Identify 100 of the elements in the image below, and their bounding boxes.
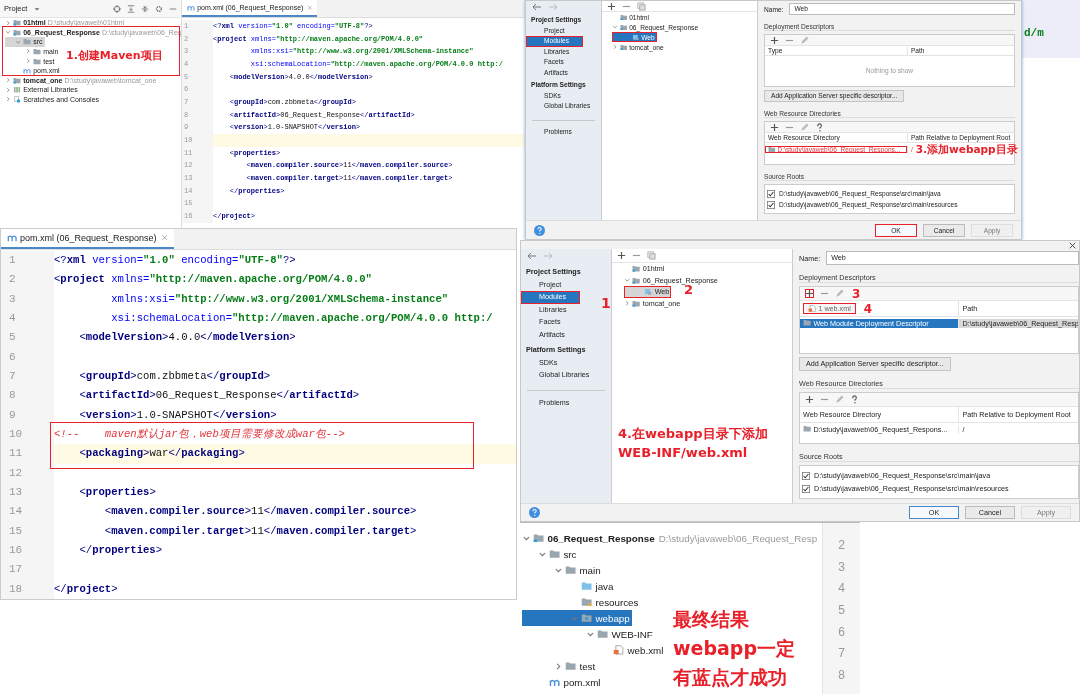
settings-icon[interactable]	[155, 4, 163, 13]
tree-row[interactable]: test	[522, 658, 598, 674]
library-icon	[13, 86, 22, 94]
module-folder-icon	[13, 76, 22, 84]
pencil-icon[interactable]	[835, 289, 844, 298]
xml-file-icon	[808, 304, 817, 313]
code-line: <modelVersion>4.0.0</modelVersion>	[78, 330, 297, 346]
plus-icon[interactable]	[805, 289, 814, 298]
chevron-down-icon[interactable]	[624, 277, 631, 284]
web-facet-icon	[631, 33, 640, 41]
code-line: <!-- maven默认jar包，web项目需要修改成war包-->	[54, 426, 346, 442]
chevron-down-icon[interactable]	[15, 38, 22, 46]
code-line: <maven.compiler.source>11</maven.compiler.source>	[103, 504, 418, 520]
code-line: <?xml version="1.0" encoding="UTF-8"?>	[54, 252, 297, 268]
module-folder-icon	[619, 43, 628, 51]
folder-icon	[549, 549, 561, 559]
help-icon[interactable]	[850, 395, 859, 404]
copy-icon[interactable]	[647, 251, 656, 260]
plus-icon[interactable]	[607, 1, 616, 11]
chevron-right-icon[interactable]	[5, 77, 12, 84]
chevron-right-icon[interactable]	[5, 86, 12, 94]
chevron-right-icon[interactable]	[25, 58, 32, 65]
line-number: 3	[838, 558, 845, 576]
folder-icon	[565, 661, 577, 671]
code-fragment: d/m	[1024, 27, 1044, 39]
item-label: main	[579, 564, 601, 576]
chevron-right-icon[interactable]	[5, 19, 12, 26]
annotation-text: 3.添加webapp目录	[915, 142, 1018, 157]
tree-row[interactable]: main	[522, 562, 603, 578]
code-line: </project>	[54, 581, 119, 597]
scratches-icon	[13, 96, 22, 104]
item-path: D:\study\javaweb\06_Request_Resp	[658, 532, 818, 544]
tree-row[interactable]: webapp	[522, 610, 632, 626]
module-folder-icon	[632, 265, 641, 273]
module-folder-icon	[619, 23, 628, 31]
forward-arrow-icon[interactable]	[548, 3, 558, 11]
chevron-right-icon[interactable]	[5, 96, 12, 103]
chevron-right-icon[interactable]	[612, 44, 618, 50]
annotation-text: 1	[601, 295, 611, 311]
line-number: 5	[838, 602, 845, 620]
plus-icon[interactable]	[805, 395, 814, 404]
pencil-icon[interactable]	[800, 35, 809, 45]
item-label: pom.xml	[563, 676, 601, 688]
back-arrow-icon[interactable]	[532, 3, 542, 11]
tree-row[interactable]: java	[522, 578, 616, 594]
checkbox[interactable]	[802, 471, 810, 480]
maven-file-icon	[549, 677, 561, 687]
tree-row[interactable]: src	[522, 546, 579, 562]
xml-file-icon	[613, 645, 625, 655]
folder-icon	[803, 425, 812, 433]
plus-icon[interactable]	[770, 35, 779, 45]
pencil-icon[interactable]	[800, 122, 809, 132]
annotation-text: WEB-INF/web.xml	[618, 445, 748, 460]
item-label: WEB-INF	[611, 628, 653, 640]
item-label: src	[563, 548, 577, 560]
item-label: java	[595, 580, 614, 592]
line-number: 7	[838, 645, 845, 663]
crosshair-icon[interactable]	[113, 4, 121, 13]
collapse-all-icon[interactable]	[141, 4, 149, 13]
annotation-text: 有蓝点才成功	[673, 665, 787, 690]
tree-row[interactable]: web.xml	[522, 642, 666, 658]
tree-row[interactable]: WEB-INF	[522, 626, 655, 642]
tree-row[interactable]: 06_Request_Response D:\study\javaweb\06_Request_Resp	[522, 530, 820, 546]
folder-icon	[768, 146, 776, 153]
code-line: <properties>	[78, 484, 157, 500]
annotation-text: 1.创建Maven项目	[66, 48, 163, 63]
checkbox[interactable]	[767, 200, 775, 209]
help-icon[interactable]	[534, 224, 545, 236]
module-folder-icon	[632, 299, 641, 307]
code-line: <maven.compiler.target>11</maven.compiler.target>	[103, 523, 418, 539]
chevron-right-icon[interactable]	[25, 48, 32, 55]
plus-icon[interactable]	[770, 122, 779, 132]
help-icon[interactable]	[815, 122, 824, 132]
tree-row[interactable]: pom.xml	[522, 674, 603, 690]
expand-all-icon[interactable]	[127, 4, 135, 13]
chevron-down-icon[interactable]	[612, 24, 618, 30]
folder-icon	[597, 629, 609, 639]
editor-tab[interactable]: pom.xml (06_Request_Response)	[1, 229, 175, 249]
resource-folder-icon	[581, 597, 593, 607]
copy-icon[interactable]	[637, 1, 646, 11]
line-number: 2	[1, 270, 54, 290]
item-label: web.xml	[627, 644, 664, 656]
back-arrow-icon[interactable]	[527, 252, 537, 260]
line-number: 11	[1, 444, 54, 464]
forward-arrow-icon[interactable]	[543, 252, 553, 260]
annotation-text: 4.在webapp目录下添加	[618, 425, 768, 443]
close-icon[interactable]	[1069, 241, 1076, 249]
annotation-text: 4	[863, 303, 873, 314]
checkbox[interactable]	[802, 484, 810, 493]
pencil-icon[interactable]	[835, 395, 844, 404]
tree-row[interactable]: resources	[522, 594, 641, 610]
maven-file-icon	[7, 233, 18, 243]
item-label: 06_Request_Response	[547, 532, 655, 544]
plus-icon[interactable]	[617, 251, 626, 260]
chevron-down-icon[interactable]	[5, 29, 12, 36]
chevron-right-icon[interactable]	[554, 661, 563, 671]
help-icon[interactable]	[529, 507, 540, 518]
checkbox[interactable]	[767, 189, 775, 198]
item-label: webapp	[595, 612, 630, 624]
chevron-right-icon[interactable]	[624, 300, 631, 307]
